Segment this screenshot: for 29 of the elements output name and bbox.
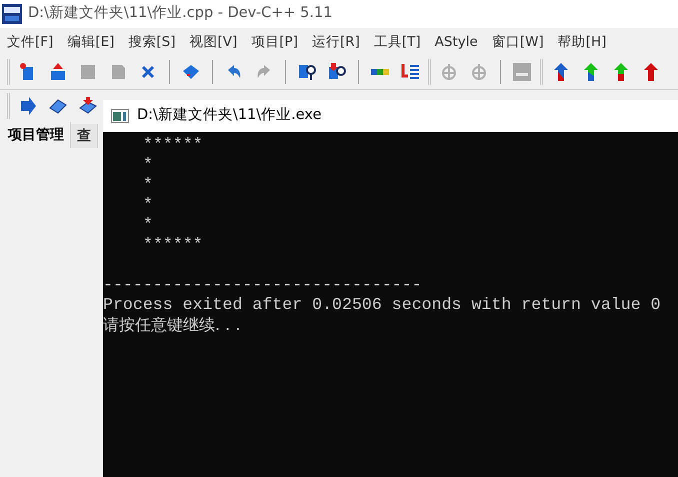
open-file-icon[interactable] <box>48 62 68 82</box>
book-download-icon[interactable] <box>78 96 98 116</box>
menu-item[interactable]: 帮助[H] <box>554 32 610 52</box>
arrow-right-icon[interactable] <box>18 96 38 116</box>
menu-item[interactable]: 工具[T] <box>370 32 425 52</box>
console-separator: -------------------------------- <box>103 275 422 295</box>
console-line: ****** <box>142 235 203 255</box>
continue-prompt: 请按任意键继续. . . <box>103 315 240 335</box>
exit-message: Process exited after 0.02506 seconds with return value 0 <box>103 295 661 315</box>
panel-tab[interactable]: 查 <box>71 124 98 148</box>
console-line: * <box>142 215 153 235</box>
indent-icon[interactable] <box>400 62 420 82</box>
menu-item[interactable]: 搜索[S] <box>124 32 180 52</box>
menu-item[interactable]: 窗口[W] <box>488 32 548 52</box>
window-title: D:\新建文件夹\11\作业.cpp - Dev-C++ 5.11 <box>28 4 332 24</box>
menu-item[interactable]: 文件[F] <box>3 32 58 52</box>
replace-icon[interactable] <box>327 62 347 82</box>
menu-item[interactable]: AStyle <box>430 32 482 52</box>
console-line: ****** <box>142 135 203 155</box>
console-title: D:\新建文件夹\11\作业.exe <box>137 106 322 126</box>
menu-item[interactable]: 编辑[E] <box>63 32 118 52</box>
menu-item[interactable]: 运行[R] <box>308 32 364 52</box>
menu-item[interactable]: 项目[P] <box>247 32 302 52</box>
console-line: * <box>142 155 153 175</box>
console-line: * <box>142 195 153 215</box>
console-line: * <box>142 175 153 195</box>
menu-item[interactable]: 视图[V] <box>186 32 242 52</box>
app-logo-icon <box>2 4 22 24</box>
console-icon <box>111 109 129 123</box>
